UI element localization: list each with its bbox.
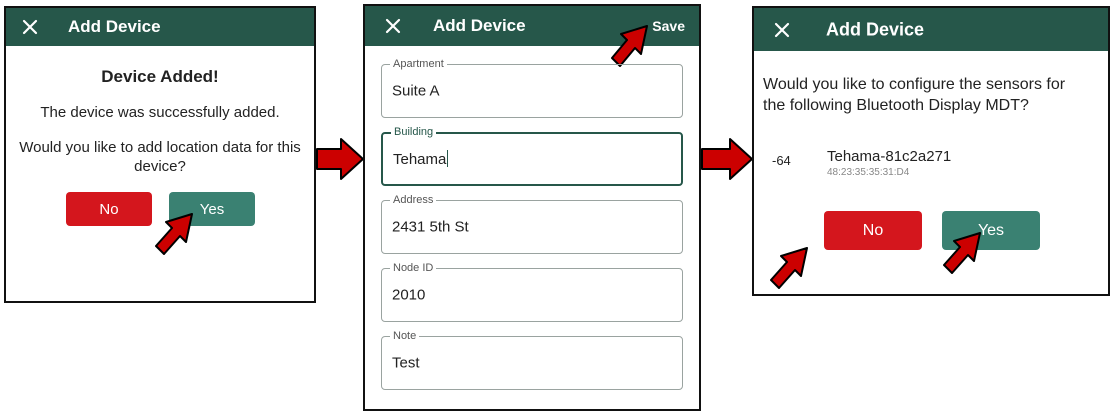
app-bar: Add Device bbox=[6, 8, 314, 46]
node-id-label: Node ID bbox=[390, 262, 437, 274]
apartment-field[interactable]: Apartment Suite A bbox=[381, 58, 683, 118]
save-button[interactable]: Save bbox=[652, 18, 685, 34]
device-list-item[interactable]: -64 Tehama-81c2a271 48:23:35:35:31:D4 bbox=[754, 144, 1108, 184]
close-icon[interactable] bbox=[22, 19, 38, 35]
close-icon[interactable] bbox=[385, 18, 401, 34]
apartment-label: Apartment bbox=[390, 58, 447, 70]
location-question-line1: Would you like to add location data for … bbox=[19, 139, 301, 156]
pointer-arrow-icon bbox=[770, 247, 808, 289]
address-label: Address bbox=[390, 194, 437, 206]
address-field[interactable]: Address 2431 5th St bbox=[381, 194, 683, 254]
dialog-heading: Device Added! bbox=[101, 67, 219, 86]
flow-arrow-icon bbox=[316, 138, 364, 180]
close-icon[interactable] bbox=[774, 22, 790, 38]
no-button[interactable]: No bbox=[824, 211, 922, 250]
device-added-dialog: Add Device Device Added! The device was … bbox=[4, 6, 316, 303]
note-value: Test bbox=[392, 354, 420, 372]
building-label: Building bbox=[391, 126, 437, 138]
pointer-arrow-icon bbox=[943, 232, 981, 274]
dialog-title: Add Device bbox=[826, 19, 925, 39]
flow-arrow-icon bbox=[701, 138, 753, 180]
text-cursor bbox=[447, 150, 449, 167]
device-name: Tehama-81c2a271 bbox=[827, 148, 952, 165]
location-form-screen: Add Device Save Apartment Suite A Buildi… bbox=[363, 4, 701, 411]
note-label: Note bbox=[390, 330, 420, 342]
building-value-wrap: Tehama bbox=[393, 150, 449, 168]
app-bar: Add Device bbox=[754, 8, 1108, 51]
location-question-line2: device? bbox=[134, 158, 186, 175]
apartment-value: Suite A bbox=[392, 82, 440, 100]
address-value: 2431 5th St bbox=[392, 218, 469, 236]
success-message: The device was successfully added. bbox=[40, 104, 280, 121]
building-value: Tehama bbox=[393, 151, 447, 168]
dialog-title: Add Device bbox=[68, 17, 161, 36]
screen-title: Add Device bbox=[433, 16, 526, 35]
configure-question-line1: Would you like to configure the sensors … bbox=[763, 76, 1066, 93]
device-mac: 48:23:35:35:31:D4 bbox=[827, 167, 910, 178]
node-id-field[interactable]: Node ID 2010 bbox=[381, 262, 683, 322]
no-button[interactable]: No bbox=[66, 192, 152, 226]
pointer-arrow-icon bbox=[155, 213, 193, 255]
rssi-value: -64 bbox=[772, 153, 791, 168]
building-field[interactable]: Building Tehama bbox=[381, 126, 683, 186]
configure-question-line2: the following Bluetooth Display MDT? bbox=[763, 97, 1029, 114]
note-field[interactable]: Note Test bbox=[381, 330, 683, 390]
configure-sensors-dialog: Add Device Would you like to configure t… bbox=[752, 6, 1110, 296]
node-id-value: 2010 bbox=[392, 286, 426, 304]
